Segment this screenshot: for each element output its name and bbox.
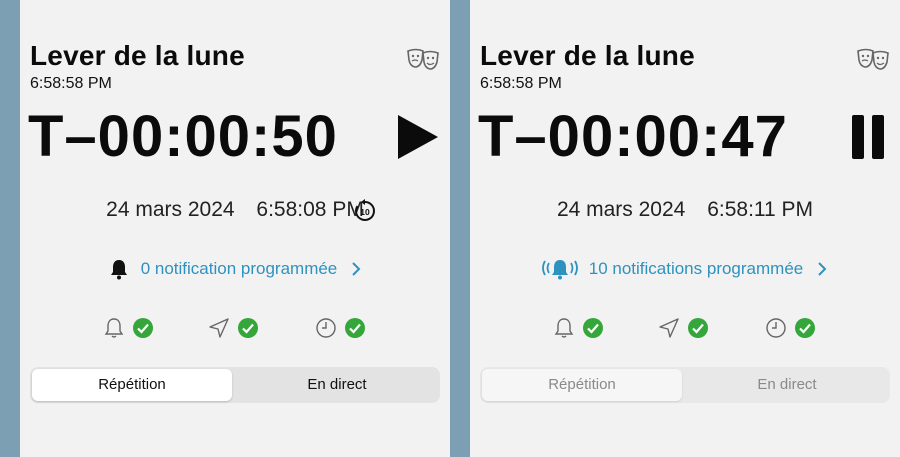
segment-rehearsal: Répétition [482,369,682,401]
pause-icon[interactable] [846,113,890,161]
status-location [658,317,718,339]
replay-10-icon[interactable]: 10 [353,199,377,223]
mode-segmented-control: Répétition En direct [30,367,440,403]
current-datetime: 24 mars 2024 6:58:11 PM [470,198,900,222]
current-time: 6:58:08 PM [256,198,364,221]
event-title: Lever de la lune [30,40,245,71]
panel-rehearsal-running: Lever de la lune 6:58:58 PM T–00:00:47 2… [470,0,900,457]
check-circle-icon [583,318,603,338]
notifications-label: 0 notification programmée [140,259,338,278]
segment-live: En direct [757,376,817,393]
bell-outline-icon [554,318,574,338]
check-circle-icon [238,318,258,338]
chevron-right-icon [352,262,361,276]
status-notifications [103,317,163,339]
svg-text:10: 10 [360,207,370,217]
play-icon[interactable] [396,113,440,161]
location-arrow-icon [209,318,229,338]
notifications-link[interactable]: 10 notifications programmée [470,258,900,280]
status-clock [315,317,375,339]
current-time: 6:58:11 PM [707,198,814,221]
status-location [208,317,268,339]
event-title: Lever de la lune [480,40,695,71]
countdown-timer: T–00:00:50 [28,104,338,169]
screenshot-stage: Lever de la lune 6:58:58 PM T–00:00:50 2… [0,0,900,457]
notifications-link[interactable]: 0 notification programmée [20,258,450,280]
current-date: 24 mars 2024 [556,198,686,221]
bell-icon [110,260,127,280]
check-circle-icon [795,318,815,338]
notifications-label: 10 notifications programmée [588,259,804,278]
segment-rehearsal[interactable]: Répétition [32,369,232,401]
bell-ringing-icon [542,260,578,280]
bell-outline-icon [104,318,124,338]
segment-live[interactable]: En direct [236,369,438,401]
status-notifications [553,317,613,339]
clock-icon [316,318,336,338]
mode-segmented-control: Répétition En direct [480,367,890,403]
clock-icon [766,318,786,338]
countdown-timer: T–00:00:47 [478,104,788,169]
check-circle-icon [133,318,153,338]
chevron-right-icon [818,262,827,276]
event-time: 6:58:58 PM [480,75,562,92]
location-arrow-icon [659,318,679,338]
panel-rehearsal-paused: Lever de la lune 6:58:58 PM T–00:00:50 2… [20,0,450,457]
check-circle-icon [688,318,708,338]
check-circle-icon [345,318,365,338]
theater-masks-icon[interactable] [406,48,440,70]
current-datetime: 24 mars 2024 6:58:08 PM [20,198,450,222]
current-date: 24 mars 2024 [106,198,235,221]
event-time: 6:58:58 PM [30,75,112,92]
theater-masks-icon[interactable] [856,48,890,70]
status-clock [765,317,825,339]
